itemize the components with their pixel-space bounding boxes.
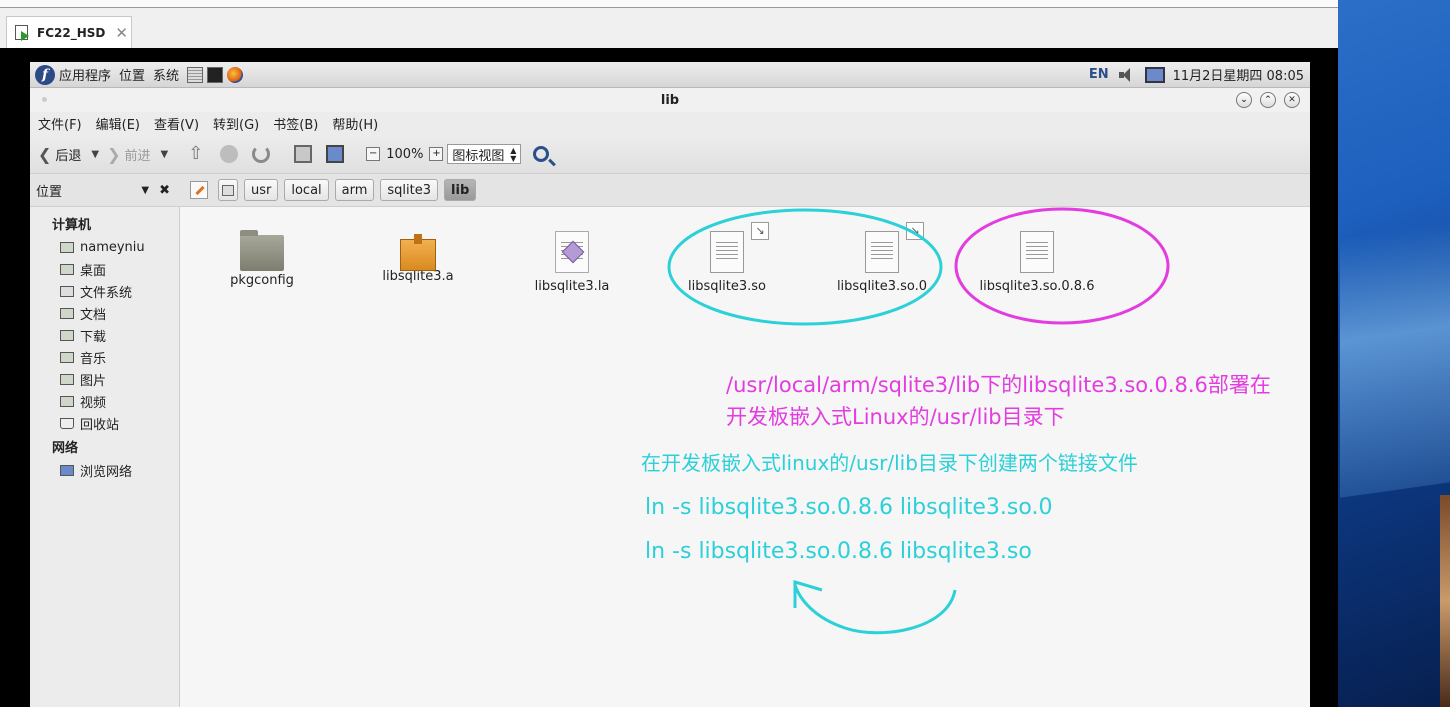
annotation-command-1: ln -s libsqlite3.so.0.8.6 libsqlite3.so.… xyxy=(645,495,1053,520)
annotation-deploy-line2: 开发板嵌入式Linux的/usr/lib目录下 xyxy=(726,405,1065,429)
annotation-deploy-line1: /usr/local/arm/sqlite3/lib下的libsqlite3.s… xyxy=(726,373,1271,397)
magenta-highlight-ellipse xyxy=(954,207,1170,325)
annotation-command-2: ln -s libsqlite3.so.0.8.6 libsqlite3.so xyxy=(645,539,1032,564)
annotation-create-links: 在开发板嵌入式linux的/usr/lib目录下创建两个链接文件 xyxy=(641,451,1138,475)
annotation-overlay xyxy=(667,207,1170,635)
cyan-highlight-ellipse xyxy=(667,208,943,326)
curved-arrow-shaft xyxy=(793,584,957,635)
